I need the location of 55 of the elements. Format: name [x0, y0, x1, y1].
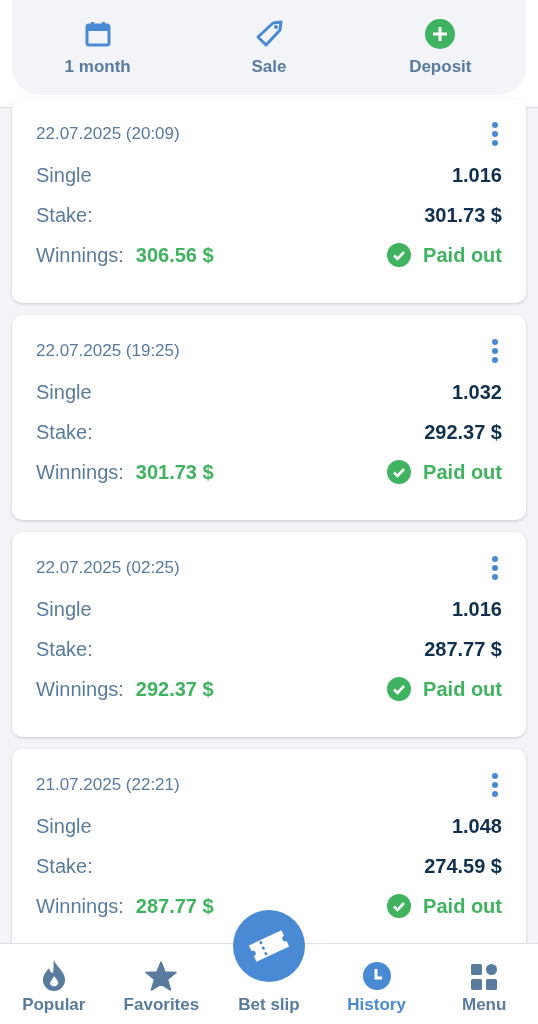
odds-value: 1.048	[451, 814, 502, 838]
more-icon	[492, 773, 498, 797]
grid-icon	[470, 963, 499, 991]
stake-label: Stake:	[36, 854, 93, 878]
check-icon	[387, 243, 412, 267]
bet-date: 22.07.2025 (19:25)	[36, 341, 180, 361]
winnings-value: 287.77 $	[135, 894, 214, 918]
winnings-value: 292.37 $	[135, 677, 214, 701]
filter-button[interactable]: Sale	[183, 0, 355, 95]
bet-type: Single	[36, 814, 92, 838]
nav-tab[interactable]: Bet slip	[238, 995, 300, 1015]
bet-type: Single	[36, 597, 92, 621]
nav-tab[interactable]: History	[322, 944, 431, 1024]
flame-icon	[40, 959, 67, 991]
status-text: Paid out	[423, 894, 502, 918]
nav-tab[interactable]: Favorites	[107, 944, 216, 1024]
bet-date: 21.07.2025 (22:21)	[36, 775, 180, 795]
nav-tab[interactable]: Menu	[430, 944, 538, 1024]
more-icon	[492, 122, 498, 146]
check-icon	[387, 460, 412, 484]
nav-tab[interactable]: Popular	[0, 944, 108, 1024]
winnings-label: Winnings:	[36, 677, 124, 701]
odds-value: 1.016	[451, 597, 502, 621]
stake-label: Stake:	[36, 637, 93, 661]
winnings-value: 306.56 $	[135, 243, 214, 267]
stake-label: Stake:	[36, 203, 93, 227]
bet-date: 22.07.2025 (20:09)	[36, 124, 180, 144]
clock-icon	[361, 961, 392, 991]
tag-icon	[254, 18, 284, 49]
star-icon	[145, 961, 178, 991]
winnings-label: Winnings:	[36, 894, 124, 918]
winnings-value: 301.73 $	[135, 460, 214, 484]
odds-value: 1.016	[451, 163, 502, 187]
bet-type: Single	[36, 163, 92, 187]
stake-value: 292.37 $	[424, 420, 502, 444]
stake-label: Stake:	[36, 420, 93, 444]
check-icon	[387, 894, 412, 918]
winnings-label: Winnings:	[36, 460, 124, 484]
filter-button[interactable]: 1 month	[12, 0, 184, 95]
more-icon	[492, 339, 498, 363]
status-text: Paid out	[423, 677, 502, 701]
status-text: Paid out	[423, 460, 502, 484]
stake-value: 287.77 $	[424, 637, 502, 661]
check-icon	[387, 677, 412, 701]
stake-value: 301.73 $	[424, 203, 502, 227]
status-text: Paid out	[423, 243, 502, 267]
odds-value: 1.032	[451, 380, 502, 404]
bet-date: 22.07.2025 (02:25)	[36, 558, 180, 578]
plus-icon	[425, 18, 456, 49]
winnings-label: Winnings:	[36, 243, 124, 267]
stake-value: 274.59 $	[424, 854, 502, 878]
more-icon	[492, 556, 498, 580]
filter-button[interactable]: Deposit	[354, 0, 526, 95]
ticket-icon	[247, 928, 291, 964]
bet-type: Single	[36, 380, 92, 404]
